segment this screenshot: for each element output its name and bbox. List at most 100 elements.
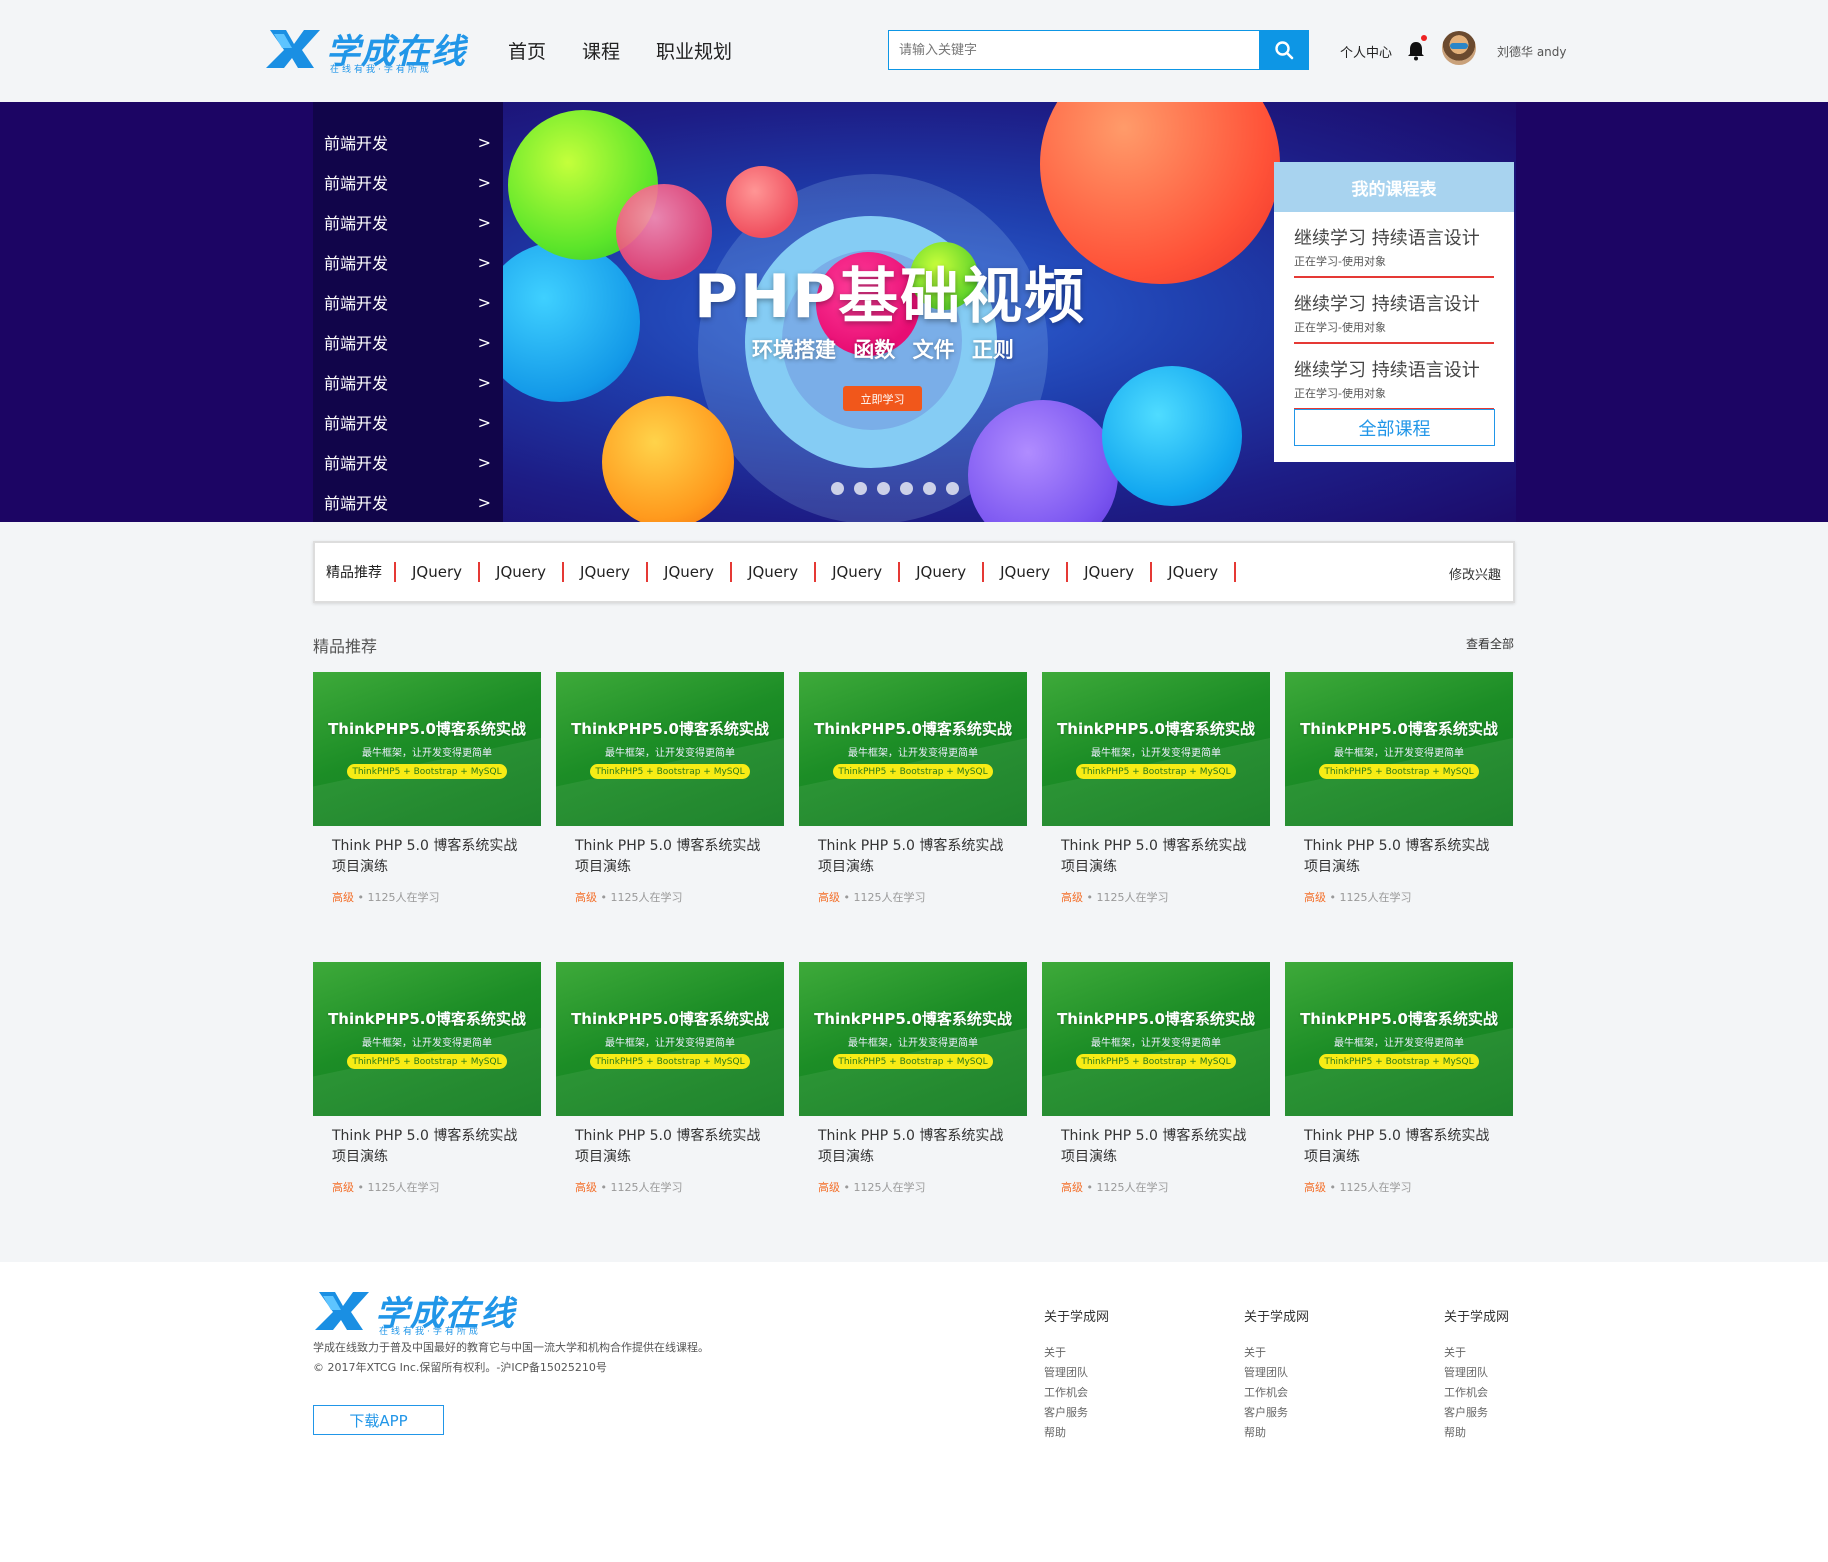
course-meta: 高级 • 1125人在学习: [818, 1179, 1008, 1195]
footer-link[interactable]: 客户服务: [1044, 1403, 1164, 1423]
sidebar-item-7[interactable]: 前端开发 >: [313, 402, 503, 442]
course-card[interactable]: ThinkPHP5.0博客系统实战 最牛框架，让开发变得更简单 ThinkPHP5 …: [556, 672, 784, 962]
edit-interests-link[interactable]: 修改兴趣: [1449, 564, 1501, 583]
interest-tag[interactable]: JQuery: [396, 562, 481, 582]
sidebar-item-2[interactable]: 前端开发 >: [313, 202, 503, 242]
user-center-link[interactable]: 个人中心: [1340, 42, 1392, 61]
carousel-dot-3[interactable]: [900, 482, 913, 495]
search-button[interactable]: [1259, 30, 1309, 70]
course-name[interactable]: Think PHP 5.0 博客系统实战项目演练: [1304, 836, 1494, 878]
course-card[interactable]: ThinkPHP5.0博客系统实战 最牛框架，让开发变得更简单 ThinkPHP5 …: [1042, 962, 1270, 1252]
footer-column-heading: 关于学成网: [1244, 1310, 1310, 1325]
sidebar-item-9[interactable]: 前端开发 >: [313, 482, 503, 522]
avatar[interactable]: [1442, 31, 1476, 65]
course-thumbnail[interactable]: ThinkPHP5.0博客系统实战 最牛框架，让开发变得更简单 ThinkPHP5 …: [1042, 672, 1270, 826]
all-courses-button[interactable]: 全部课程: [1294, 409, 1495, 446]
schedule-item[interactable]: 继续学习 持续语言设计 正在学习-使用对象: [1294, 212, 1494, 278]
footer-logo[interactable]: 学成在线 在线有我·学有所成: [313, 1288, 514, 1337]
footer-link[interactable]: 关于: [1044, 1343, 1164, 1363]
footer-link[interactable]: 关于: [1244, 1343, 1364, 1363]
thumbnail-title: ThinkPHP5.0博客系统实战: [814, 720, 1012, 738]
course-card[interactable]: ThinkPHP5.0博客系统实战 最牛框架，让开发变得更简单 ThinkPHP5 …: [1285, 962, 1513, 1252]
footer-link[interactable]: 帮助: [1044, 1423, 1164, 1443]
interest-tag[interactable]: JQuery: [732, 562, 817, 582]
interest-tag[interactable]: JQuery: [1068, 562, 1153, 582]
course-name[interactable]: Think PHP 5.0 博客系统实战项目演练: [575, 1126, 765, 1168]
site-logo[interactable]: 学成在线 在线有我·学有所成: [264, 26, 465, 75]
search-box: [888, 30, 1309, 70]
course-thumbnail[interactable]: ThinkPHP5.0博客系统实战 最牛框架，让开发变得更简单 ThinkPHP5 …: [556, 672, 784, 826]
sidebar-item-3[interactable]: 前端开发 >: [313, 242, 503, 282]
sidebar-item-4[interactable]: 前端开发 >: [313, 282, 503, 322]
footer-link[interactable]: 关于: [1444, 1343, 1564, 1363]
footer-link[interactable]: 客户服务: [1244, 1403, 1364, 1423]
nav-courses[interactable]: 课程: [582, 37, 620, 64]
interest-tag[interactable]: JQuery: [564, 562, 649, 582]
footer-link[interactable]: 工作机会: [1444, 1383, 1564, 1403]
course-thumbnail[interactable]: ThinkPHP5.0博客系统实战 最牛框架，让开发变得更简单 ThinkPHP5 …: [556, 962, 784, 1116]
course-thumbnail[interactable]: ThinkPHP5.0博客系统实战 最牛框架，让开发变得更简单 ThinkPHP5 …: [799, 672, 1027, 826]
interest-tag[interactable]: JQuery: [816, 562, 901, 582]
carousel-dot-2[interactable]: [877, 482, 890, 495]
chevron-right-icon: >: [477, 452, 491, 472]
course-card[interactable]: ThinkPHP5.0博客系统实战 最牛框架，让开发变得更简单 ThinkPHP5 …: [1285, 672, 1513, 962]
course-thumbnail[interactable]: ThinkPHP5.0博客系统实战 最牛框架，让开发变得更简单 ThinkPHP5 …: [1285, 962, 1513, 1116]
course-card[interactable]: ThinkPHP5.0博客系统实战 最牛框架，让开发变得更简单 ThinkPHP5 …: [313, 962, 541, 1252]
start-learning-button[interactable]: 立即学习: [843, 386, 922, 411]
schedule-item[interactable]: 继续学习 持续语言设计 正在学习-使用对象: [1294, 344, 1494, 410]
course-card[interactable]: ThinkPHP5.0博客系统实战 最牛框架，让开发变得更简单 ThinkPHP5 …: [799, 962, 1027, 1252]
sidebar-item-label: 前端开发: [324, 134, 389, 153]
footer-link[interactable]: 管理团队: [1444, 1363, 1564, 1383]
course-thumbnail[interactable]: ThinkPHP5.0博客系统实战 最牛框架，让开发变得更简单 ThinkPHP5 …: [1285, 672, 1513, 826]
course-thumbnail[interactable]: ThinkPHP5.0博客系统实战 最牛框架，让开发变得更简单 ThinkPHP5 …: [313, 962, 541, 1116]
interest-tag[interactable]: JQuery: [984, 562, 1069, 582]
course-name[interactable]: Think PHP 5.0 博客系统实战项目演练: [1061, 1126, 1251, 1168]
tag-list: JQuery JQuery JQuery JQuery JQuery JQuery JQue…: [396, 562, 1237, 582]
footer-link[interactable]: 客户服务: [1444, 1403, 1564, 1423]
course-name[interactable]: Think PHP 5.0 博客系统实战项目演练: [332, 836, 522, 878]
course-meta: 高级 • 1125人在学习: [575, 1179, 765, 1195]
nav-home[interactable]: 首页: [508, 37, 546, 64]
carousel-dot-0[interactable]: [831, 482, 844, 495]
course-thumbnail[interactable]: ThinkPHP5.0博客系统实战 最牛框架，让开发变得更简单 ThinkPHP5 …: [799, 962, 1027, 1116]
see-all-link[interactable]: 查看全部: [1466, 635, 1514, 652]
course-card[interactable]: ThinkPHP5.0博客系统实战 最牛框架，让开发变得更简单 ThinkPHP5 …: [1042, 672, 1270, 962]
footer-link[interactable]: 管理团队: [1244, 1363, 1364, 1383]
course-thumbnail[interactable]: ThinkPHP5.0博客系统实战 最牛框架，让开发变得更简单 ThinkPHP5 …: [1042, 962, 1270, 1116]
interest-tag[interactable]: JQuery: [648, 562, 733, 582]
schedule-item[interactable]: 继续学习 持续语言设计 正在学习-使用对象: [1294, 278, 1494, 344]
interest-tag[interactable]: JQuery: [900, 562, 985, 582]
decor-circle: [480, 242, 640, 402]
interest-tag[interactable]: JQuery: [480, 562, 565, 582]
footer-link[interactable]: 工作机会: [1044, 1383, 1164, 1403]
course-name[interactable]: Think PHP 5.0 博客系统实战项目演练: [1304, 1126, 1494, 1168]
sidebar-item-0[interactable]: 前端开发 >: [313, 122, 503, 162]
course-name[interactable]: Think PHP 5.0 博客系统实战项目演练: [332, 1126, 522, 1168]
footer-link[interactable]: 管理团队: [1044, 1363, 1164, 1383]
interest-tag-bar: 精品推荐 JQuery JQuery JQuery JQuery JQuery JQuer…: [313, 541, 1515, 603]
download-app-button[interactable]: 下载APP: [313, 1405, 444, 1435]
sidebar-item-1[interactable]: 前端开发 >: [313, 162, 503, 202]
nav-career[interactable]: 职业规划: [656, 37, 732, 64]
interest-tag[interactable]: JQuery: [1152, 562, 1237, 582]
footer-link[interactable]: 帮助: [1244, 1423, 1364, 1443]
course-name[interactable]: Think PHP 5.0 博客系统实战项目演练: [575, 836, 765, 878]
sidebar-item-8[interactable]: 前端开发 >: [313, 442, 503, 482]
carousel-dot-1[interactable]: [854, 482, 867, 495]
course-card[interactable]: ThinkPHP5.0博客系统实战 最牛框架，让开发变得更简单 ThinkPHP5 …: [556, 962, 784, 1252]
course-card[interactable]: ThinkPHP5.0博客系统实战 最牛框架，让开发变得更简单 ThinkPHP5 …: [313, 672, 541, 962]
footer-column: 关于学成网 关于 管理团队 工作机会 客户服务 帮助: [1044, 1306, 1164, 1443]
course-name[interactable]: Think PHP 5.0 博客系统实战项目演练: [818, 836, 1008, 878]
sidebar-item-5[interactable]: 前端开发 >: [313, 322, 503, 362]
carousel-dot-5[interactable]: [946, 482, 959, 495]
carousel-dot-4[interactable]: [923, 482, 936, 495]
footer-link[interactable]: 工作机会: [1244, 1383, 1364, 1403]
course-thumbnail[interactable]: ThinkPHP5.0博客系统实战 最牛框架，让开发变得更简单 ThinkPHP5 …: [313, 672, 541, 826]
search-input[interactable]: [889, 31, 1261, 69]
sidebar-item-6[interactable]: 前端开发 >: [313, 362, 503, 402]
footer-link[interactable]: 帮助: [1444, 1423, 1564, 1443]
course-name[interactable]: Think PHP 5.0 博客系统实战项目演练: [1061, 836, 1251, 878]
course-name[interactable]: Think PHP 5.0 博客系统实战项目演练: [818, 1126, 1008, 1168]
course-card[interactable]: ThinkPHP5.0博客系统实战 最牛框架，让开发变得更简单 ThinkPHP5 …: [799, 672, 1027, 962]
notification-button[interactable]: [1407, 35, 1427, 61]
